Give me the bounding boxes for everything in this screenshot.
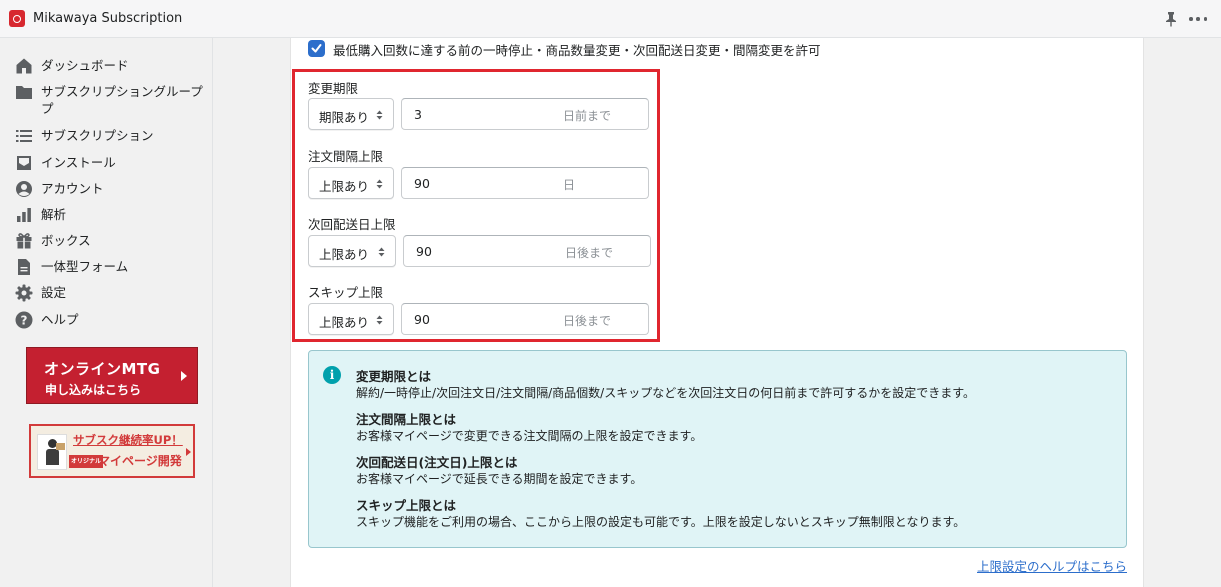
bar-chart-icon <box>17 208 31 222</box>
info-heading: 注文間隔上限とは <box>356 412 457 427</box>
top-bar: Mikawaya Subscription <box>0 0 1221 38</box>
sidebar-item-label: サブスクリプション <box>41 128 154 143</box>
document-icon <box>18 259 30 275</box>
banner-subtitle: 申し込みはこちら <box>45 383 142 397</box>
banner-title: オンラインMTG <box>44 360 161 378</box>
change-deadline-label: 変更期限 <box>308 81 359 96</box>
next-delivery-limit-select[interactable]: 上限あり <box>308 235 396 267</box>
info-text: お客様マイページで変更できる注文間隔の上限を設定できます。 <box>356 429 703 443</box>
next-delivery-limit-label: 次回配送日上限 <box>308 217 396 232</box>
sidebar-item-label: アカウント <box>41 181 104 196</box>
input-value: 90 <box>414 176 430 191</box>
shopping-bag-icon <box>9 10 25 27</box>
sidebar-item-label: ボックス <box>41 233 91 248</box>
app-title: Mikawaya Subscription <box>33 11 183 26</box>
input-value: 3 <box>414 107 422 122</box>
select-value: 上限あり <box>319 247 370 262</box>
info-text: お客様マイページで延長できる期間を設定できます。 <box>356 472 643 486</box>
list-icon <box>16 130 32 142</box>
inbox-icon <box>17 156 31 170</box>
select-value: 上限あり <box>319 315 370 330</box>
info-text: 解約/一時停止/次回注文日/注文間隔/商品個数/スキップなどを次回注文日の何日前… <box>356 386 976 400</box>
sidebar-item-label: 一体型フォーム <box>41 259 129 274</box>
select-caret-icon <box>376 179 383 189</box>
question-circle-icon: ? <box>15 311 33 329</box>
permission-checkbox-label: 最低購入回数に達する前の一時停止・商品数量変更・次回配送日変更・間隔変更を許可 <box>333 43 821 58</box>
order-interval-limit-select[interactable]: 上限あり <box>308 167 394 199</box>
input-suffix: 日後まで <box>565 246 614 260</box>
select-caret-icon <box>378 247 385 257</box>
sidebar-item-label: ヘルプ <box>41 312 79 327</box>
change-deadline-select[interactable]: 期限あり <box>308 98 394 130</box>
more-horizontal-icon[interactable] <box>1189 11 1207 27</box>
arrow-right-icon <box>186 448 191 456</box>
online-mtg-banner[interactable]: オンラインMTG 申し込みはこちら <box>26 347 198 404</box>
checkmark-icon <box>311 44 322 53</box>
sidebar-item-label: サブスクリプショングループ <box>41 84 203 99</box>
folder-icon <box>16 86 32 99</box>
gear-icon <box>15 284 33 302</box>
home-icon <box>16 58 32 74</box>
sidebar-item-label: ダッシュボード <box>41 58 129 73</box>
order-interval-limit-label: 注文間隔上限 <box>308 149 384 164</box>
next-delivery-limit-input[interactable]: 90 日後まで <box>403 235 651 267</box>
skip-limit-input[interactable]: 90 日後まで <box>401 303 649 335</box>
info-text: スキップ機能をご利用の場合、ここから上限の設定も可能です。上限を設定しないとスキ… <box>356 515 966 529</box>
input-suffix: 日 <box>563 178 576 192</box>
select-value: 上限あり <box>319 179 370 194</box>
sidebar-item-label-line2: プ <box>41 101 54 116</box>
info-heading: 次回配送日(注文日)上限とは <box>356 455 518 470</box>
pin-icon[interactable] <box>1164 11 1178 27</box>
input-value: 90 <box>414 312 430 327</box>
person-illustration <box>37 434 67 470</box>
sidebar-item-label: インストール <box>41 155 116 170</box>
change-deadline-input[interactable]: 3 日前まで <box>401 98 649 130</box>
sidebar-item-label: 設定 <box>41 285 67 300</box>
select-value: 期限あり <box>319 110 370 125</box>
info-heading: 変更期限とは <box>356 369 432 384</box>
banner-title: サブスク継続率UP！ <box>73 433 183 447</box>
order-interval-limit-input[interactable]: 90 日 <box>401 167 649 199</box>
permission-checkbox[interactable] <box>308 40 325 57</box>
mypage-dev-banner[interactable]: サブスク継続率UP！ オリジナル マイページ開発 <box>29 424 195 478</box>
skip-limit-select[interactable]: 上限あり <box>308 303 394 335</box>
banner-subtitle: マイページ開発 <box>98 454 182 468</box>
svg-text:?: ? <box>21 314 28 328</box>
input-value: 90 <box>416 244 432 259</box>
select-caret-icon <box>376 315 383 325</box>
limit-settings-help-link[interactable]: 上限設定のヘルプはこちら <box>977 556 1127 575</box>
info-icon: i <box>323 366 341 384</box>
sidebar-item-label: 解析 <box>41 207 67 222</box>
arrow-right-icon <box>181 371 187 381</box>
input-suffix: 日後まで <box>563 314 612 328</box>
user-circle-icon <box>16 181 32 197</box>
gift-icon <box>16 233 32 249</box>
select-caret-icon <box>376 110 383 120</box>
input-suffix: 日前まで <box>563 109 612 123</box>
info-heading: スキップ上限とは <box>356 498 457 513</box>
skip-limit-label: スキップ上限 <box>308 285 384 300</box>
